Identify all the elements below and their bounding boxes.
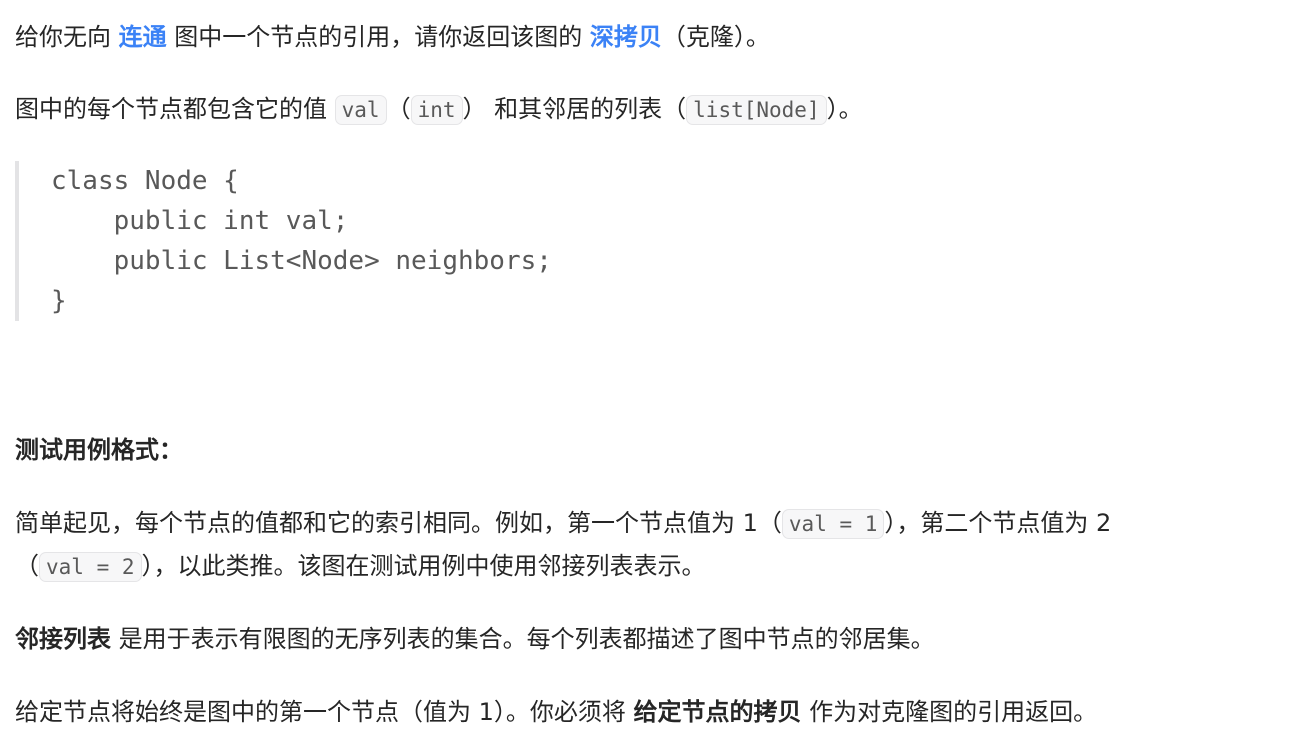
intro-text-2: 图中一个节点的引用，请你返回该图的	[166, 23, 590, 51]
intro-text-5: ） 和其邻居的列表（	[462, 95, 687, 123]
format-text-1: 简单起见，每个节点的值都和它的索引相同。例如，第一个节点值为 1（	[15, 509, 782, 537]
format-text-4: ），以此类推。该图在测试用例中使用邻接列表表示。	[141, 552, 706, 580]
code-line-1: class Node {	[51, 166, 239, 196]
deep-copy-link[interactable]: 深拷贝	[590, 23, 662, 51]
intro-paragraph-1: 给你无向 连通 图中一个节点的引用，请你返回该图的 深拷贝（克隆）。	[15, 16, 1302, 59]
intro-text-1: 给你无向	[15, 23, 119, 51]
code-val: val	[334, 95, 387, 125]
intro-text-3: （克隆）。	[661, 23, 770, 51]
code-line-4: }	[51, 286, 67, 316]
given-node-copy-term: 给定节点的拷贝	[633, 698, 802, 726]
format-paragraph-3: 给定节点将始终是图中的第一个节点（值为 1）。你必须将 给定节点的拷贝 作为对克…	[15, 691, 1302, 734]
format-paragraph-1-line-2: （val = 2 ），以此类推。该图在测试用例中使用邻接列表表示。	[15, 545, 1302, 589]
format-paragraph-1-line-1: 简单起见，每个节点的值都和它的索引相同。例如，第一个节点值为 1（ val = 1…	[15, 502, 1302, 546]
code-val-2: val = 2	[39, 552, 142, 582]
adjacency-list-term: 邻接列表	[15, 625, 111, 653]
node-class-code-block: class Node { public int val; public List…	[15, 161, 719, 321]
intro-paragraph-2: 图中的每个节点都包含它的值 val （int） 和其邻居的列表（ list[Node…	[15, 88, 1302, 132]
connected-link[interactable]: 连通	[119, 23, 167, 51]
code-int: int	[410, 95, 463, 125]
format-text-2: ），第二个节点值为 2	[884, 509, 1112, 537]
code-line-3: public List<Node> neighbors;	[51, 246, 552, 276]
paren-open: （	[386, 95, 411, 123]
code-line-2: public int val;	[51, 206, 349, 236]
code-list-node: list[Node]	[686, 95, 827, 125]
code-val-1: val = 1	[781, 509, 885, 539]
format-paragraph-2: 邻接列表 是用于表示有限图的无序列表的集合。每个列表都描述了图中节点的邻居集。	[15, 618, 1302, 661]
problem-description: 给你无向 连通 图中一个节点的引用，请你返回该图的 深拷贝（克隆）。 图中的每个…	[0, 0, 1316, 752]
format-text-5: 是用于表示有限图的无序列表的集合。每个列表都描述了图中节点的邻居集。	[111, 625, 935, 653]
format-text-7: 作为对克隆图的引用返回。	[801, 698, 1098, 726]
format-text-6: 给定节点将始终是图中的第一个节点（值为 1）。你必须将	[15, 698, 634, 726]
intro-text-6: ）。	[826, 95, 863, 123]
format-text-3: （	[15, 552, 39, 580]
intro-text-4: 图中的每个节点都包含它的值	[15, 95, 335, 123]
section-heading-test-format: 测试用例格式：	[15, 436, 183, 464]
